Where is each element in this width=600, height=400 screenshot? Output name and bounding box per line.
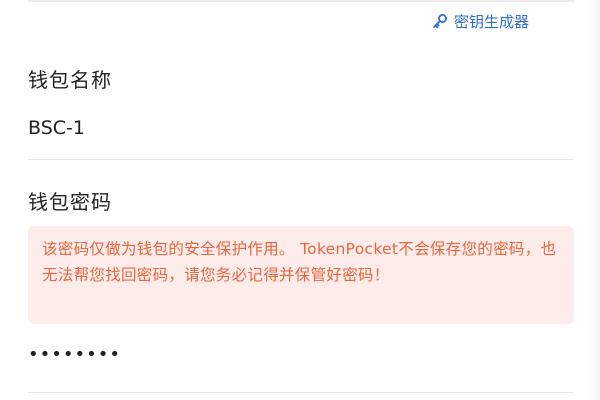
wallet-password-label: 钱包密码 <box>28 190 112 214</box>
wallet-name-label: 钱包名称 <box>28 68 112 92</box>
wallet-password-divider <box>28 392 574 393</box>
password-warning-text: 该密码仅做为钱包的安全保护作用。 TokenPocket不会保存您的密码，也无法… <box>42 240 557 284</box>
wallet-password-input[interactable]: •••••••• <box>28 344 121 365</box>
key-generator-link[interactable]: 密钥生成器 <box>432 8 529 34</box>
create-wallet-form: 密钥生成器 钱包名称 BSC-1 钱包密码 该密码仅做为钱包的安全保护作用。 T… <box>0 0 600 400</box>
password-warning-box: 该密码仅做为钱包的安全保护作用。 TokenPocket不会保存您的密码，也无法… <box>28 226 574 324</box>
key-generator-label: 密钥生成器 <box>454 12 530 31</box>
screen-edge <box>590 0 600 400</box>
wallet-name-input[interactable]: BSC-1 <box>28 117 85 139</box>
top-divider <box>28 0 574 2</box>
key-icon <box>432 13 448 29</box>
wallet-name-divider <box>28 159 574 160</box>
